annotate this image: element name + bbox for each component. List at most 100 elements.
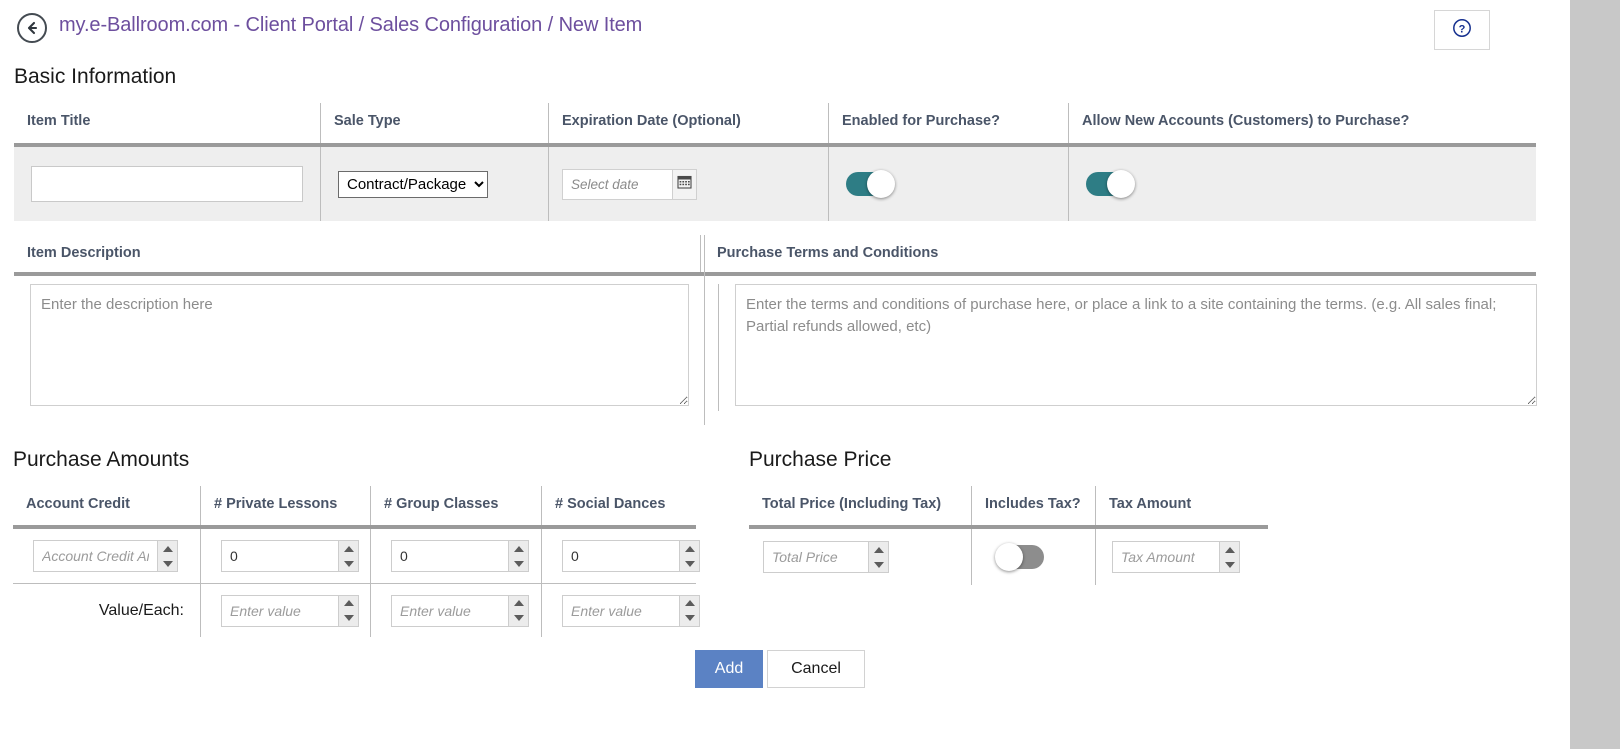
cell-enabled-for-purchase [828, 147, 1068, 221]
basic-information-table: Item Title Sale Type Expiration Date (Op… [14, 103, 1536, 221]
chevron-down-icon [873, 561, 884, 568]
cell-expiration-date [548, 147, 828, 221]
item-description-textarea[interactable] [30, 284, 689, 406]
help-button[interactable]: ? [1434, 10, 1490, 50]
chevron-up-icon [343, 600, 354, 606]
private-lessons-value-input[interactable] [221, 594, 338, 627]
purchase-amounts-title: Purchase Amounts [13, 448, 190, 471]
breadcrumb[interactable]: my.e-Ballroom.com - Client Portal / Sale… [59, 14, 642, 37]
chevron-down-icon [343, 560, 354, 567]
back-arrow-icon [24, 20, 40, 36]
group-classes-value-input[interactable] [391, 594, 508, 627]
spinner-up-button[interactable] [339, 596, 358, 611]
action-button-bar: Add Cancel [695, 650, 865, 688]
column-header-expiration-date: Expiration Date (Optional) [548, 103, 828, 143]
purchase-terms-textarea[interactable] [735, 284, 1537, 406]
spinner-down-button[interactable] [339, 611, 358, 626]
cell-social-dances [541, 529, 700, 583]
spinner-down-button[interactable] [1220, 557, 1239, 572]
cancel-button[interactable]: Cancel [767, 650, 865, 688]
tax-amount-input[interactable] [1112, 541, 1219, 573]
account-credit-stepper [33, 540, 178, 572]
cell-purchase-terms [718, 284, 1537, 411]
group-classes-value-stepper [391, 594, 529, 627]
toggle-knob [867, 170, 895, 198]
calendar-button[interactable] [672, 168, 697, 200]
private-lessons-stepper [221, 540, 359, 572]
cell-item-description [14, 284, 718, 411]
basic-information-header-row: Item Title Sale Type Expiration Date (Op… [14, 103, 1536, 147]
back-button[interactable] [17, 13, 47, 43]
calendar-icon [677, 174, 692, 194]
cell-group-classes-value [370, 583, 541, 637]
spinner-up-button[interactable] [869, 542, 888, 557]
cell-sale-type: Contract/Package [320, 147, 548, 221]
sale-type-select[interactable]: Contract/Package [338, 170, 488, 198]
cell-total-price [749, 529, 971, 585]
column-header-account-credit: Account Credit [26, 496, 130, 512]
value-each-label: Value/Each: [98, 601, 184, 619]
cell-group-classes [370, 529, 541, 583]
chevron-down-icon [343, 615, 354, 621]
enabled-for-purchase-toggle[interactable] [846, 170, 895, 198]
spinner-up-button[interactable] [339, 541, 358, 556]
column-header-group-classes: # Group Classes [370, 486, 541, 525]
spinner-up-button[interactable] [509, 596, 528, 611]
private-lessons-input[interactable] [221, 540, 338, 572]
spinner-up-button[interactable] [509, 541, 528, 556]
group-classes-spin-buttons [508, 540, 529, 572]
spinner-down-button[interactable] [509, 556, 528, 571]
chevron-down-icon [162, 560, 173, 567]
question-mark-circle-icon: ? [1452, 18, 1472, 43]
vertical-scrollbar[interactable] [1569, 0, 1620, 749]
account-credit-input[interactable] [33, 540, 157, 572]
allow-new-accounts-toggle[interactable] [1086, 170, 1135, 198]
social-dances-value-stepper [562, 594, 700, 627]
social-dances-value-spin-buttons [679, 594, 700, 627]
add-button[interactable]: Add [695, 650, 763, 688]
includes-tax-toggle[interactable] [995, 543, 1044, 571]
spinner-down-button[interactable] [158, 556, 177, 571]
social-dances-value-input[interactable] [562, 594, 679, 627]
spinner-down-button[interactable] [509, 611, 528, 626]
spinner-up-button[interactable] [680, 596, 699, 611]
private-lessons-value-stepper [221, 594, 359, 627]
group-classes-input[interactable] [391, 540, 508, 572]
private-lessons-spin-buttons [338, 540, 359, 572]
spinner-down-button[interactable] [680, 556, 699, 571]
spinner-down-button[interactable] [869, 557, 888, 572]
chevron-up-icon [162, 545, 173, 552]
social-dances-spin-buttons [679, 540, 700, 572]
social-dances-input[interactable] [562, 540, 679, 572]
expiration-date-input[interactable] [562, 168, 672, 200]
purchase-price-input-row [749, 529, 1268, 585]
purchase-amounts-value-row: Value/Each: [13, 583, 700, 637]
spinner-up-button[interactable] [680, 541, 699, 556]
spinner-up-button[interactable] [1220, 542, 1239, 557]
purchase-price-header-row: Total Price (Including Tax) Includes Tax… [749, 486, 1268, 529]
total-price-input[interactable] [763, 541, 868, 573]
column-header-social-dances: # Social Dances [541, 486, 696, 525]
account-credit-spin-buttons [157, 540, 178, 572]
cell-tax-amount [1095, 529, 1268, 585]
column-header-includes-tax: Includes Tax? [971, 486, 1095, 525]
cell-account-credit [13, 529, 200, 583]
page-header: my.e-Ballroom.com - Client Portal / Sale… [0, 0, 1570, 58]
private-lessons-value-spin-buttons [338, 594, 359, 627]
column-header-sale-type: Sale Type [320, 103, 548, 143]
chevron-down-icon [513, 560, 524, 567]
item-title-input[interactable] [31, 166, 303, 202]
cell-allow-new-accounts [1068, 147, 1536, 221]
basic-information-title: Basic Information [14, 65, 177, 88]
spinner-down-button[interactable] [339, 556, 358, 571]
spinner-up-button[interactable] [158, 541, 177, 556]
purchase-price-table: Total Price (Including Tax) Includes Tax… [749, 486, 1268, 585]
column-header-private-lessons: # Private Lessons [200, 486, 370, 525]
chevron-up-icon [1224, 546, 1235, 553]
spinner-down-button[interactable] [680, 611, 699, 626]
purchase-amounts-header-row: Account Credit # Private Lessons # Group… [13, 486, 696, 529]
cell-includes-tax [971, 529, 1095, 585]
column-header-tax-amount: Tax Amount [1095, 486, 1268, 525]
chevron-down-icon [684, 560, 695, 567]
group-classes-stepper [391, 540, 529, 572]
